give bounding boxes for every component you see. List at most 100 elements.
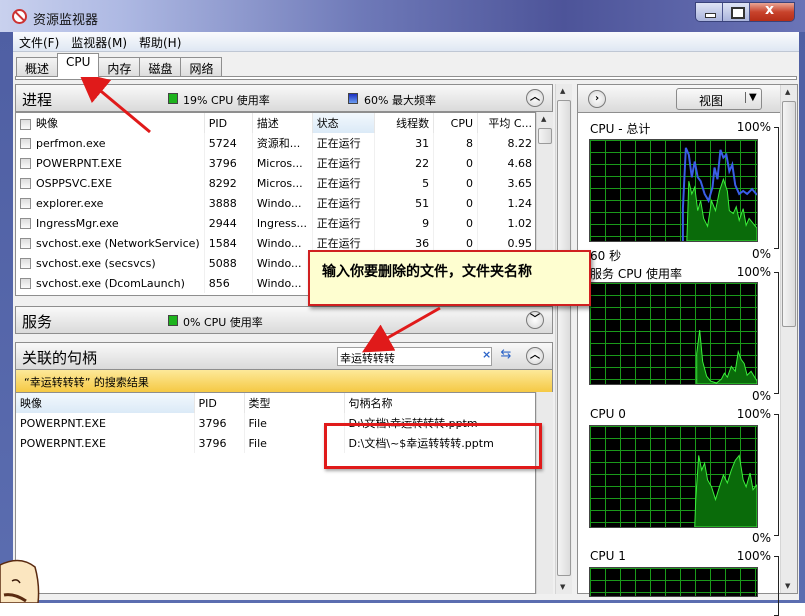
graph-services-title: 服务 CPU 使用率: [590, 267, 683, 281]
process-avg-cpu: 1.02: [477, 213, 535, 233]
left-pane-scrollbar[interactable]: ▲ ▼: [555, 84, 572, 594]
graphs-scroll-thumb[interactable]: [782, 101, 796, 327]
process-pid: 856: [204, 273, 253, 293]
collapse-graphs-button[interactable]: ›: [588, 90, 606, 108]
process-row[interactable]: OSPPSVC.EXE 8292 Micros... 正在运行 5 0 3.65: [16, 173, 535, 193]
process-pid: 1584: [204, 233, 253, 253]
processes-header[interactable]: 进程 19% CPU 使用率 60% 最大频率 ︿: [15, 84, 553, 112]
menu-monitor[interactable]: 监视器(M): [65, 32, 133, 51]
process-row[interactable]: explorer.exe 3888 Windo... 正在运行 51 0 1.24: [16, 193, 535, 213]
process-checkbox[interactable]: [20, 258, 31, 269]
col-cpu[interactable]: CPU: [433, 113, 479, 133]
process-row[interactable]: POWERPNT.EXE 3796 Micros... 正在运行 22 0 4.68: [16, 153, 535, 173]
left-pane-scroll-thumb[interactable]: [557, 100, 571, 576]
process-pid: 2944: [204, 213, 253, 233]
col-avg-cpu[interactable]: 平均 C...: [477, 113, 535, 133]
expand-services-button[interactable]: ﹀: [526, 311, 544, 329]
tab-disk[interactable]: 磁盘: [139, 57, 182, 77]
tab-cpu[interactable]: CPU: [57, 53, 100, 77]
process-checkbox[interactable]: [20, 278, 31, 289]
process-checkbox[interactable]: [20, 138, 31, 149]
refresh-search-icon[interactable]: ⇆: [496, 347, 516, 366]
minimize-button[interactable]: [696, 3, 723, 21]
close-button[interactable]: [750, 3, 794, 21]
col-handle-image[interactable]: 映像: [16, 393, 195, 413]
process-image: POWERPNT.EXE: [16, 153, 205, 173]
col-handle-pid[interactable]: PID: [194, 393, 245, 413]
services-title: 服务: [22, 313, 53, 331]
handles-search-input[interactable]: 幸运转转转: [340, 350, 395, 366]
process-row[interactable]: IngressMgr.exe 2944 Ingress... 正在运行 9 0 1.02: [16, 213, 535, 233]
process-status: 正在运行: [312, 153, 376, 173]
handle-pid: 3796: [194, 413, 245, 433]
graph-services-min: 0%: [751, 389, 771, 403]
graph-cpu1-title: CPU 1: [590, 549, 626, 563]
graph-cpu-total-min: 0%: [751, 247, 771, 261]
process-pid: 8292: [204, 173, 253, 193]
process-checkbox[interactable]: [20, 178, 31, 189]
process-threads: 5: [374, 173, 435, 193]
process-description: Micros...: [252, 173, 313, 193]
col-handle-type[interactable]: 类型: [244, 393, 345, 413]
tab-overview[interactable]: 概述: [16, 57, 59, 77]
process-checkbox[interactable]: [20, 158, 31, 169]
col-pid[interactable]: PID: [204, 113, 253, 133]
graph-cpu0-title: CPU 0: [590, 407, 626, 421]
select-all-checkbox[interactable]: [20, 118, 31, 130]
col-description[interactable]: 描述: [252, 113, 313, 133]
clear-search-icon[interactable]: ×: [482, 348, 491, 361]
process-description: Windo...: [252, 233, 313, 253]
col-image[interactable]: 映像: [16, 113, 205, 133]
cpu-legend-swatch: [168, 93, 178, 104]
left-pane: 进程 19% CPU 使用率 60% 最大频率 ︿ 映像 PID 描述 状态 线…: [15, 84, 553, 594]
col-handle-name[interactable]: 句柄名称: [344, 393, 535, 413]
graph-bracket: [774, 272, 779, 394]
maximize-button[interactable]: [723, 3, 750, 21]
collapse-handles-button[interactable]: ︿: [526, 347, 544, 365]
graph-cpu-total: [589, 139, 758, 242]
process-image: svchost.exe (NetworkService): [16, 233, 205, 253]
handles-header[interactable]: 关联的句柄 幸运转转转 × ⇆ ︿: [15, 342, 553, 370]
process-avg-cpu: 3.65: [477, 173, 535, 193]
process-avg-cpu: 1.24: [477, 193, 535, 213]
services-header[interactable]: 服务 0% CPU 使用率 ﹀: [15, 306, 553, 334]
process-image: OSPPSVC.EXE: [16, 173, 205, 193]
col-status[interactable]: 状态: [312, 113, 376, 133]
menu-bar: 文件(F) 监视器(M) 帮助(H): [13, 32, 799, 52]
search-results-label: “幸运转转转” 的搜索结果: [24, 376, 149, 389]
processes-cpu-usage: 19% CPU 使用率: [183, 94, 270, 107]
tab-network[interactable]: 网络: [180, 57, 223, 77]
collapse-processes-button[interactable]: ︿: [526, 89, 544, 107]
processes-scroll-thumb[interactable]: [538, 128, 552, 144]
resource-monitor-icon: [12, 9, 27, 24]
process-status: 正在运行: [312, 173, 376, 193]
process-pid: 3888: [204, 193, 253, 213]
col-threads[interactable]: 线程数: [374, 113, 435, 133]
process-threads: 22: [374, 153, 435, 173]
search-results-bar: “幸运转转转” 的搜索结果: [15, 370, 553, 392]
process-pid: 5724: [204, 133, 253, 153]
services-cpu-swatch: [168, 315, 178, 326]
handles-search-box[interactable]: 幸运转转转 ×: [337, 347, 492, 366]
process-image: IngressMgr.exe: [16, 213, 205, 233]
tab-memory[interactable]: 内存: [98, 57, 141, 77]
menu-help[interactable]: 帮助(H): [133, 32, 187, 51]
process-row[interactable]: perfmon.exe 5724 资源和... 正在运行 31 8 8.22: [16, 133, 535, 153]
process-checkbox[interactable]: [20, 198, 31, 209]
process-checkbox[interactable]: [20, 218, 31, 229]
graph-services-cpu: [589, 282, 758, 385]
graph-cpu1-max: 100%: [736, 549, 771, 563]
process-description: Windo...: [252, 253, 313, 273]
mascot-cartoon-icon: [0, 559, 40, 603]
view-dropdown-icon[interactable]: ▼: [745, 92, 757, 103]
process-checkbox[interactable]: [20, 238, 31, 249]
view-button[interactable]: 视图 ▼: [676, 88, 762, 110]
process-image: perfmon.exe: [16, 133, 205, 153]
graphs-scrollbar[interactable]: ▲ ▼: [780, 85, 797, 593]
title-bar: 资源监视器: [0, 0, 805, 32]
menu-file[interactable]: 文件(F): [13, 32, 65, 51]
process-cpu: 0: [433, 213, 479, 233]
process-description: Micros...: [252, 153, 313, 173]
cpu-usage-area: [686, 177, 757, 241]
annotation-callout: 输入你要删除的文件，文件夹名称: [308, 250, 591, 306]
